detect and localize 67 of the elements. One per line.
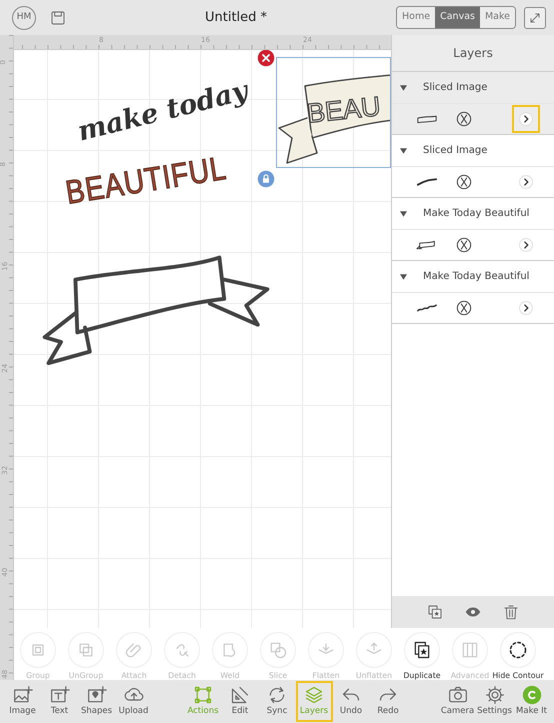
action-icon (460, 640, 480, 660)
toolbar-button[interactable]: Image (4, 681, 41, 722)
lettering: BEAUTIFUL (62, 148, 230, 213)
lettering: BEAU (305, 90, 382, 131)
collapse-caret-icon[interactable] (400, 148, 407, 154)
toolbar-icon (522, 685, 542, 706)
toolbar-button[interactable]: Camera (439, 681, 476, 722)
toolbar-button[interactable]: Undo (332, 681, 370, 722)
layer-group[interactable]: Make Today Beautiful (392, 198, 554, 261)
action-button[interactable] (500, 632, 536, 668)
layer-thumbnail (416, 176, 438, 188)
mode-tab[interactable]: Canvas (435, 7, 480, 28)
collapse-caret-icon[interactable] (400, 210, 407, 216)
toolbar-icon (267, 685, 287, 706)
collapse-caret-icon[interactable] (400, 274, 407, 280)
toolbar-button[interactable]: Make It (513, 681, 550, 722)
collapse-caret-icon[interactable] (400, 84, 407, 90)
cut-icon[interactable] (456, 300, 472, 316)
cut-icon[interactable] (456, 174, 472, 190)
toolbar-button[interactable]: Upload (115, 681, 152, 722)
toolbar-button[interactable]: Sync (258, 681, 296, 722)
document-title: Untitled * (205, 9, 268, 27)
toolbar-button[interactable]: Redo (370, 681, 406, 722)
action-icon (508, 640, 528, 660)
layer-group-name: Sliced Image (423, 144, 488, 158)
duplicate-icon[interactable] (427, 604, 443, 620)
toolbar-icon (304, 685, 324, 706)
action-icon (268, 640, 288, 660)
cut-icon[interactable] (456, 237, 472, 253)
toolbar-button[interactable]: Shapes (78, 681, 115, 722)
chevron-right-icon (519, 238, 533, 252)
action-button[interactable] (404, 632, 440, 668)
mode-tab[interactable]: Home (397, 7, 436, 28)
toolbar-button[interactable]: Settings (476, 681, 513, 722)
action-icon (412, 640, 432, 660)
layer-group-name: Make Today Beautiful (423, 207, 530, 221)
toolbar-icon (484, 685, 504, 706)
layer-group[interactable]: Sliced Image (392, 72, 554, 135)
toolbar-icon (193, 685, 213, 706)
lock-icon[interactable] (257, 170, 275, 188)
layer-group-name: Sliced Image (423, 81, 488, 95)
avatar[interactable]: HM (12, 6, 36, 30)
layer-group[interactable]: Sliced Image (392, 135, 554, 198)
chevron-right-icon (519, 112, 533, 126)
toolbar-icon (230, 685, 250, 706)
toolbar-icon (86, 685, 106, 706)
chevron-right-icon (519, 175, 533, 189)
expand-button[interactable] (524, 6, 546, 28)
toolbar-button[interactable]: Edit (222, 681, 258, 722)
toolbar-icon (50, 685, 70, 706)
save-icon[interactable] (50, 10, 66, 26)
layer-thumbnail (416, 113, 438, 125)
trash-icon[interactable] (503, 603, 519, 621)
mode-tab[interactable]: Make (480, 7, 515, 28)
layer-thumbnail (416, 302, 438, 314)
toolbar-button[interactable]: Text (41, 681, 78, 722)
toolbar-icon (448, 685, 468, 706)
cut-icon[interactable] (456, 111, 472, 127)
toolbar-icon (12, 685, 32, 706)
script-lettering: make today (74, 74, 252, 150)
layer-group-name: Make Today Beautiful (423, 270, 530, 284)
chevron-right-icon (519, 301, 533, 315)
layer-thumbnail (416, 239, 438, 251)
delete-icon[interactable] (257, 50, 275, 67)
layer-group[interactable]: Make Today Beautiful (392, 261, 554, 324)
panel-title: Layers (392, 35, 554, 72)
expand-icon (528, 10, 542, 24)
